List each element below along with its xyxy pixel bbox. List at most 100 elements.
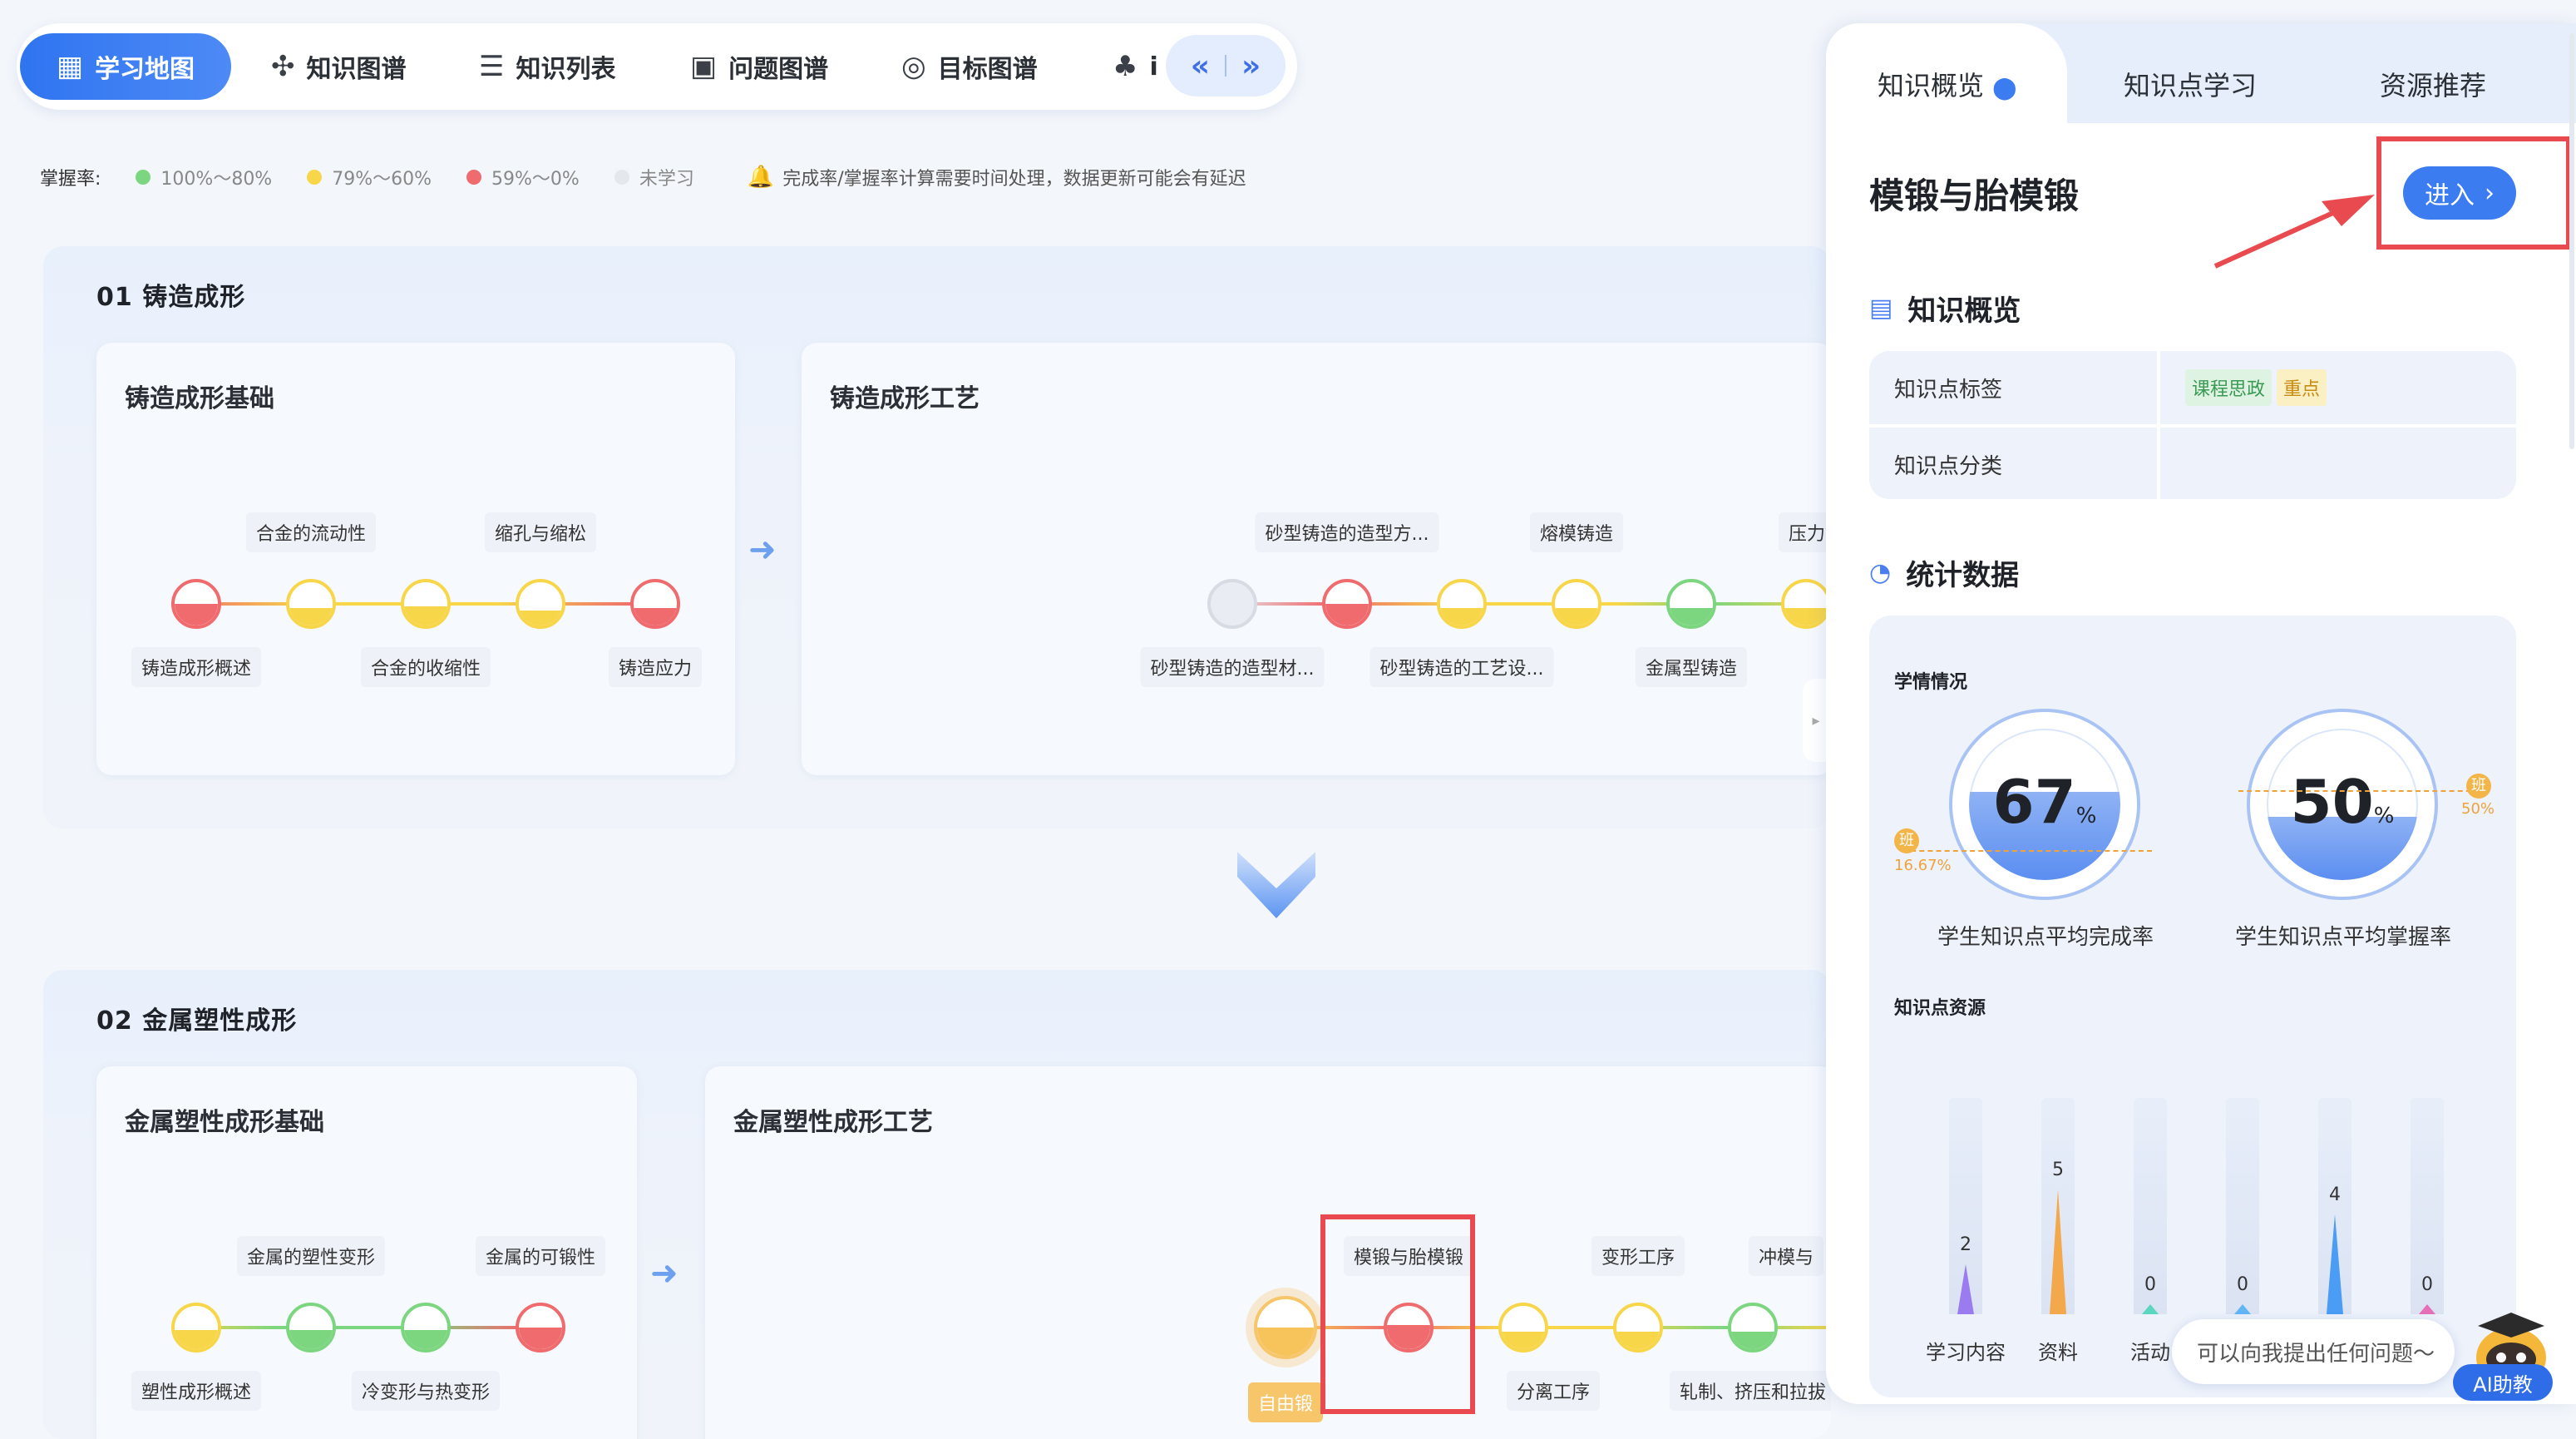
resource-value: 0 [2421, 1274, 2433, 1295]
ai-assistant-label[interactable]: AI助教 [2453, 1364, 2553, 1401]
ai-question-input[interactable]: 可以向我提出任何问题～ [2172, 1319, 2455, 1384]
resource-bar[interactable] [1957, 1264, 1974, 1314]
node-grey[interactable] [1207, 579, 1257, 629]
node-label[interactable]: 铸造应力 [608, 647, 703, 687]
tab-knowledge-graph[interactable]: ✣ 知识图谱 [271, 23, 407, 110]
resource-bar[interactable] [2327, 1214, 2343, 1314]
node-label[interactable]: 金属的塑性变形 [236, 1236, 386, 1276]
tab-knowledge-learning[interactable]: 知识点学习 [2124, 65, 2257, 103]
section-plastic-forming: 02 金属塑性成形 金属塑性成形基础 金属的塑性变形 金属的可锻性 塑性成形概述… [43, 970, 1831, 1439]
panel-scrollbar[interactable] [2569, 33, 2574, 449]
pie-chart-icon: ◔ [1869, 558, 1892, 587]
highlight-box [1320, 1214, 1475, 1414]
node-green[interactable] [286, 1303, 336, 1352]
node-green[interactable] [401, 1303, 451, 1352]
resource-value: 2 [1960, 1234, 1971, 1255]
stats-heading: ◔ 统计数据 [1869, 552, 2019, 593]
legend-label: 79%～60% [332, 169, 432, 190]
card-plastic-basics: 金属塑性成形基础 金属的塑性变形 金属的可锻性 塑性成形概述 冷变形与热变形 [96, 1066, 637, 1439]
node-yellow[interactable] [516, 579, 565, 629]
panel-tabs: 知识概览 ⬤ 知识点学习 资源推荐 [1826, 23, 2576, 123]
node-green[interactable] [1728, 1303, 1778, 1352]
table-value: 课程思政 重点 [2160, 351, 2516, 424]
question-icon: ▣ [690, 50, 718, 83]
resource-value: 0 [2237, 1274, 2248, 1295]
delay-notice: 🔔 完成率/掌握率计算需要时间处理，数据更新可能会有延迟 [748, 164, 1246, 190]
resource-chart: 2 学习内容 5 资料 0 活动 0 4 0 [1869, 616, 2516, 1397]
timeline-line [1217, 602, 1831, 606]
node-yellow[interactable] [1498, 1303, 1548, 1352]
tab-target-graph[interactable]: ◎ 目标图谱 [901, 23, 1038, 110]
resource-value: 0 [2144, 1274, 2156, 1295]
resource-bar[interactable] [2050, 1189, 2066, 1314]
club-icon: ♣ [1113, 50, 1138, 83]
section-heading: 知识概览 [1907, 294, 2021, 328]
card-title: 金属塑性成形基础 [125, 1108, 324, 1137]
tab-knowledge-overview[interactable]: 知识概览 ⬤ [1878, 65, 2016, 103]
node-label[interactable]: 金属型铸造 [1635, 647, 1748, 687]
top-tab-bar: ▦ 学习地图 ✣ 知识图谱 ☰ 知识列表 ▣ 问题图谱 ◎ 目标图谱 ♣ i «… [17, 23, 1297, 110]
shield-icon: ⬤ [1992, 76, 2017, 101]
node-label[interactable]: 砂型铸造的造型材... [1140, 647, 1325, 687]
grid-icon: ▦ [56, 50, 84, 83]
ai-placeholder: 可以向我提出任何问题～ [2197, 1341, 2435, 1367]
tab-label: 目标图谱 [937, 55, 1038, 84]
node-green[interactable] [1666, 579, 1716, 629]
node-yellow[interactable] [171, 1303, 221, 1352]
node-label[interactable]: 铸造成形概述 [131, 647, 262, 687]
tab-knowledge-list[interactable]: ☰ 知识列表 [479, 23, 615, 110]
node-label[interactable]: 轧制、挤压和拉拔 [1669, 1371, 1831, 1411]
node-yellow[interactable] [1437, 579, 1487, 629]
node-yellow[interactable] [286, 579, 336, 629]
node-yellow[interactable] [1613, 1303, 1663, 1352]
resource-bar[interactable] [2234, 1304, 2251, 1314]
resource-bar[interactable] [2142, 1304, 2159, 1314]
legend-label: 100%～80% [160, 169, 273, 190]
table-row: 知识点标签 课程思政 重点 [1869, 351, 2516, 424]
overview-heading: ▤ 知识概览 [1869, 288, 2021, 329]
node-label[interactable]: 缩孔与缩松 [484, 512, 597, 552]
prev-tabs-button[interactable]: « [1191, 49, 1210, 83]
next-tabs-button[interactable]: » [1241, 49, 1261, 83]
node-label[interactable]: 合金的收缩性 [360, 647, 491, 687]
node-label-current[interactable]: 自由锻 [1247, 1382, 1324, 1422]
node-red[interactable] [171, 579, 221, 629]
node-red[interactable] [630, 579, 680, 629]
node-red[interactable] [516, 1303, 565, 1352]
divider [1225, 55, 1226, 77]
resource-label: 学习内容 [1926, 1341, 2006, 1364]
node-yellow[interactable] [1552, 579, 1601, 629]
section-casting: 01 铸造成形 铸造成形基础 合金的流动性 缩孔与缩松 铸造成形概述 合金的收缩… [43, 246, 1831, 828]
legend-item: 59%～0% [466, 164, 580, 190]
node-label[interactable]: 砂型铸造的造型方... [1255, 512, 1439, 552]
node-label[interactable]: 熔模铸造 [1529, 512, 1624, 552]
node-label[interactable]: 冲模与 [1748, 1236, 1824, 1276]
card-casting-process: 铸造成形工艺 砂型铸造的造型方... 熔模铸造 压力铸 砂型铸造的造型材... … [802, 343, 1831, 775]
node-label[interactable]: 塑性成形概述 [131, 1371, 262, 1411]
green-dot-icon [136, 170, 151, 185]
node-label[interactable]: 压力铸 [1778, 512, 1831, 552]
tab-resource-recommend[interactable]: 资源推荐 [2380, 65, 2486, 103]
tab-label: 知识列表 [516, 55, 616, 84]
node-yellow[interactable] [1781, 579, 1831, 629]
node-label[interactable]: 分离工序 [1506, 1371, 1601, 1411]
mastery-legend: 掌握率: 100%～80% 79%～60% 59%～0% 未学习 🔔 完成率/掌握… [40, 163, 1246, 191]
node-label[interactable]: 冷变形与热变形 [351, 1371, 501, 1411]
node-red[interactable] [1322, 579, 1372, 629]
card-title: 铸造成形基础 [125, 384, 274, 413]
node-yellow[interactable] [401, 579, 451, 629]
red-arrow-icon [2213, 195, 2375, 269]
node-current[interactable] [1254, 1296, 1317, 1359]
card-casting-basics: 铸造成形基础 合金的流动性 缩孔与缩松 铸造成形概述 合金的收缩性 铸造应力 [96, 343, 735, 775]
node-label[interactable]: 变形工序 [1591, 1236, 1685, 1276]
yellow-dot-icon [307, 170, 323, 185]
tab-question-graph[interactable]: ▣ 问题图谱 [690, 23, 828, 110]
tab-more[interactable]: ♣ i [1113, 23, 1158, 110]
resource-bar[interactable] [2419, 1304, 2435, 1314]
node-label[interactable]: 合金的流动性 [245, 512, 377, 552]
legend-label: 59%～0% [491, 169, 580, 190]
tab-learning-map[interactable]: ▦ 学习地图 [20, 33, 231, 100]
node-label[interactable]: 砂型铸造的工艺设... [1369, 647, 1554, 687]
section-title: 02 金属塑性成形 [96, 1006, 298, 1036]
node-label[interactable]: 金属的可锻性 [475, 1236, 606, 1276]
